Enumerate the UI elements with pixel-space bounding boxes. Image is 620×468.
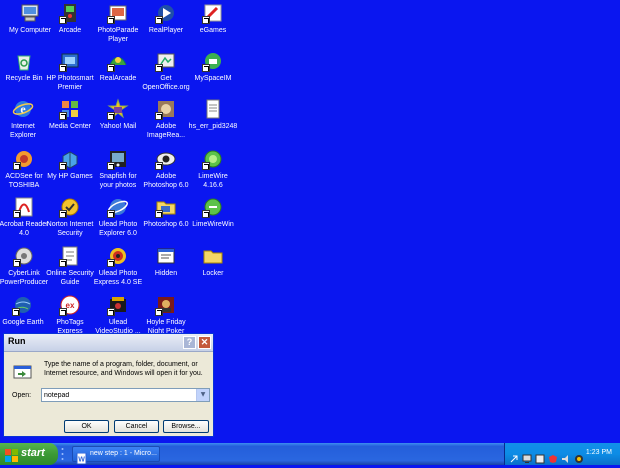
desktop-icon-label: HP Photosmart Premier: [46, 75, 94, 91]
desktop-icon-label: Recycle Bin: [5, 75, 43, 82]
browse-button[interactable]: Browse...: [163, 420, 209, 433]
desktop-icon-label: Arcade: [58, 27, 82, 34]
google-earth-icon: [12, 294, 34, 316]
text-file-icon: [202, 98, 224, 120]
desktop-icon-label: Ulead Photo Express 4.0 SE: [93, 270, 143, 286]
desktop-icon-label: Media Center: [48, 123, 92, 130]
windows-logo-icon: [5, 447, 18, 462]
ok-button[interactable]: OK: [64, 420, 109, 433]
desktop-icon-label: PhotoParade Player: [97, 27, 139, 43]
acrobat-reader-icon: [13, 196, 35, 218]
desktop-icon-label: Internet Explorer: [9, 123, 37, 139]
internet-explorer-icon: e: [12, 98, 34, 120]
desktop-icon-label: Yahoo! Mail: [99, 123, 137, 130]
start-label: start: [21, 447, 45, 459]
desktop-icon-label: MySpaceIM: [194, 75, 232, 82]
tray-status-icon[interactable]: [574, 449, 584, 463]
cancel-button[interactable]: Cancel: [114, 420, 159, 433]
desktop-icon-locker[interactable]: Locker: [183, 243, 243, 297]
desktop-icon-label: Norton Internet Security: [46, 221, 94, 237]
desktop-icon-label: Online Security Guide: [46, 270, 94, 286]
hp-photosmart-icon: [59, 50, 81, 72]
run-dialog-titlebar[interactable]: Run ? ✕: [4, 334, 213, 352]
ulead-photo-express-icon: [107, 245, 129, 267]
document-icon: W: [76, 449, 87, 465]
desktop-icon-label: LimeWireWin: [192, 221, 234, 228]
run-dialog: Run ? ✕ Type the name of a program, fold…: [3, 333, 214, 437]
ulead-videostudio-icon: [107, 294, 129, 316]
system-tray: 1:23 PM: [504, 443, 620, 465]
desktop-icon-label: Google Earth: [2, 319, 44, 326]
adobe-imageready-icon: [155, 98, 177, 120]
document-icon: [59, 245, 81, 267]
photags-icon: ex: [59, 294, 81, 316]
taskbar-item-word-document[interactable]: W new step : 1 - Micro...: [72, 446, 160, 465]
desktop-icon-label: hs_err_pid3248: [188, 123, 238, 130]
adobe-photoshop-icon: [155, 148, 177, 170]
openoffice-icon: [155, 50, 177, 72]
media-center-icon: [59, 98, 81, 120]
hoyle-poker-icon: [155, 294, 177, 316]
photoshop-folder-icon: [155, 196, 177, 218]
acdsee-icon: [13, 148, 35, 170]
recycle-bin-icon: [13, 50, 35, 72]
yahoo-mail-icon: [107, 98, 129, 120]
desktop-icon-label: Adobe Photoshop 6.0: [143, 173, 189, 189]
desktop-icon-label: Adobe ImageRea...: [146, 123, 186, 139]
realarcade-icon: [107, 50, 129, 72]
desktop-icon-label: RealArcade: [99, 75, 137, 82]
svg-text:W: W: [78, 457, 85, 464]
help-button[interactable]: ?: [183, 336, 196, 349]
desktop-icon-label: LimeWire 4.16.6: [198, 173, 228, 189]
tray-network-icon[interactable]: [522, 449, 532, 463]
limewire-icon: [202, 148, 224, 170]
run-dialog-description: Type the name of a program, folder, docu…: [44, 361, 203, 377]
start-button[interactable]: start: [0, 443, 58, 465]
myspaceim-icon: [202, 50, 224, 72]
folder-icon: [202, 245, 224, 267]
desktop-icon-hs-err[interactable]: hs_err_pid3248: [183, 96, 243, 150]
open-label: Open:: [12, 392, 32, 399]
open-combobox[interactable]: ▼: [41, 388, 210, 402]
desktop-icon-label: eGames: [199, 27, 227, 34]
close-button[interactable]: ✕: [198, 336, 211, 349]
limewirewin-icon: [202, 196, 224, 218]
egames-icon: [202, 2, 224, 24]
chevron-down-icon[interactable]: ▼: [196, 389, 209, 401]
desktop-icon-label: Photoshop 6.0: [143, 221, 189, 228]
desktop-icon-label: ACDSee for TOSHIBA: [5, 173, 43, 189]
arcade-icon: [59, 2, 81, 24]
hidden-window-icon: [155, 245, 177, 267]
snapfish-icon: [107, 148, 129, 170]
tray-display-icon[interactable]: [535, 449, 545, 464]
my-hp-games-icon: [59, 148, 81, 170]
photoparade-icon: [107, 2, 129, 24]
tray-arrow-icon[interactable]: [509, 449, 519, 463]
open-input[interactable]: [44, 390, 194, 400]
my-computer-icon: [19, 2, 41, 24]
desktop-icon-label: RealPlayer: [148, 27, 184, 34]
clock[interactable]: 1:23 PM: [586, 449, 612, 456]
desktop-icon-label: My HP Games: [47, 173, 93, 180]
taskbar: start W new step : 1 - Micro... 1:23 PM: [0, 443, 620, 465]
ulead-photo-explorer-icon: [107, 196, 129, 218]
desktop-icon-myspaceim[interactable]: MySpaceIM: [183, 48, 243, 102]
run-program-icon: [12, 361, 34, 383]
tray-volume-icon[interactable]: [561, 449, 571, 463]
run-dialog-title: Run: [8, 336, 26, 346]
desktop-icon-egames[interactable]: eGames: [183, 0, 243, 54]
desktop-icon-label: Locker: [202, 270, 224, 277]
norton-icon: [59, 196, 81, 218]
desktop-icon-limewire[interactable]: LimeWire 4.16.6: [183, 146, 243, 200]
desktop-icon-label: Ulead Photo Explorer 6.0: [98, 221, 138, 237]
cyberlink-icon: [13, 245, 35, 267]
desktop-icon-limewirewin[interactable]: LimeWireWin: [183, 194, 243, 248]
realplayer-icon: [155, 2, 177, 24]
desktop-icon-label: Hidden: [154, 270, 178, 277]
taskbar-item-label: new step : 1 - Micro...: [90, 450, 157, 457]
desktop-icon-label: Snapfish for your photos: [99, 173, 137, 189]
tray-security-icon[interactable]: [548, 449, 558, 463]
quick-launch-grip: [61, 446, 64, 462]
